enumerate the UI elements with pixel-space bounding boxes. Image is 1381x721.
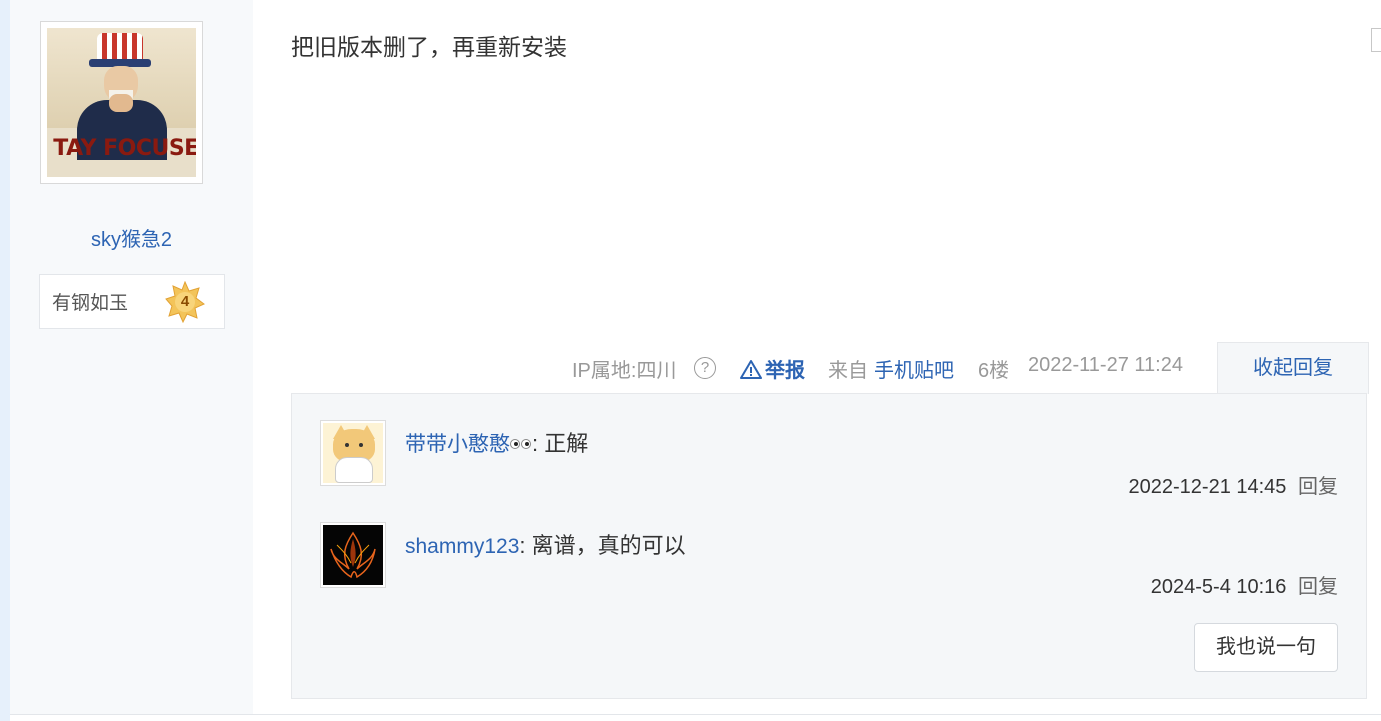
author-avatar-image: TAY FOCUSE xyxy=(47,28,196,177)
say-something-button[interactable]: 我也说一句 xyxy=(1194,623,1338,672)
help-icon[interactable]: ? xyxy=(694,357,716,379)
reply-meta: 2024-5-4 10:16 回复 xyxy=(1151,570,1338,599)
avatar-caption: TAY FOCUSE xyxy=(53,136,196,161)
from-app-link[interactable]: 手机贴吧 xyxy=(874,354,954,383)
report-link[interactable]: 举报 xyxy=(740,354,805,383)
list-item: shammy123: 离谱，真的可以 xyxy=(405,528,686,560)
post-content: 把旧版本删了，再重新安装 xyxy=(291,34,567,60)
from-prefix: 来自 xyxy=(828,360,868,382)
replies-panel: 带带小憨憨: 正解 2022-12-21 14:45 回复 shammy123:… xyxy=(291,393,1367,699)
doge-avatar-image xyxy=(323,423,383,483)
expand-corner-icon[interactable] xyxy=(1371,28,1381,52)
post-divider xyxy=(10,714,1381,715)
author-avatar[interactable]: TAY FOCUSE xyxy=(40,21,203,184)
post-meta-bar: IP属地:四川 ? 举报 来自 手机贴吧 6楼 2022-11-27 11:24 xyxy=(0,352,1210,384)
phoenix-avatar-image xyxy=(323,525,383,585)
list-item: 带带小憨憨: 正解 xyxy=(405,426,588,458)
reply-meta: 2022-12-21 14:45 回复 xyxy=(1129,470,1338,499)
warning-icon xyxy=(740,360,762,379)
level-name: 有钢如玉 xyxy=(52,293,129,314)
level-number: 4 xyxy=(180,293,190,310)
author-level-box[interactable]: 有钢如玉 4 xyxy=(39,274,225,329)
reply-button[interactable]: 回复 xyxy=(1298,576,1338,598)
reply-time: 2022-12-21 14:45 xyxy=(1128,476,1287,498)
reply-separator: : xyxy=(519,533,532,558)
post-time: 2022-11-27 11:24 xyxy=(1028,354,1183,376)
eyes-emoji-icon xyxy=(510,438,532,450)
floor-number: 6楼 xyxy=(978,360,1010,382)
reply-button[interactable]: 回复 xyxy=(1298,476,1338,498)
report-label: 举报 xyxy=(765,360,805,382)
author-username[interactable]: sky猴急2 xyxy=(10,223,253,252)
level-badge-icon: 4 xyxy=(165,280,205,324)
reply-avatar[interactable] xyxy=(320,420,386,486)
reply-separator: : xyxy=(532,431,545,456)
reply-text: 正解 xyxy=(544,431,589,456)
reply-avatar[interactable] xyxy=(320,522,386,588)
reply-text: 离谱，真的可以 xyxy=(531,533,686,558)
collapse-replies-tab[interactable]: 收起回复 xyxy=(1217,342,1369,394)
reply-time: 2024-5-4 10:16 xyxy=(1150,576,1287,598)
ip-location: IP属地:四川 xyxy=(572,360,677,382)
reply-username[interactable]: shammy123 xyxy=(405,535,519,558)
reply-username[interactable]: 带带小憨憨 xyxy=(405,433,532,456)
